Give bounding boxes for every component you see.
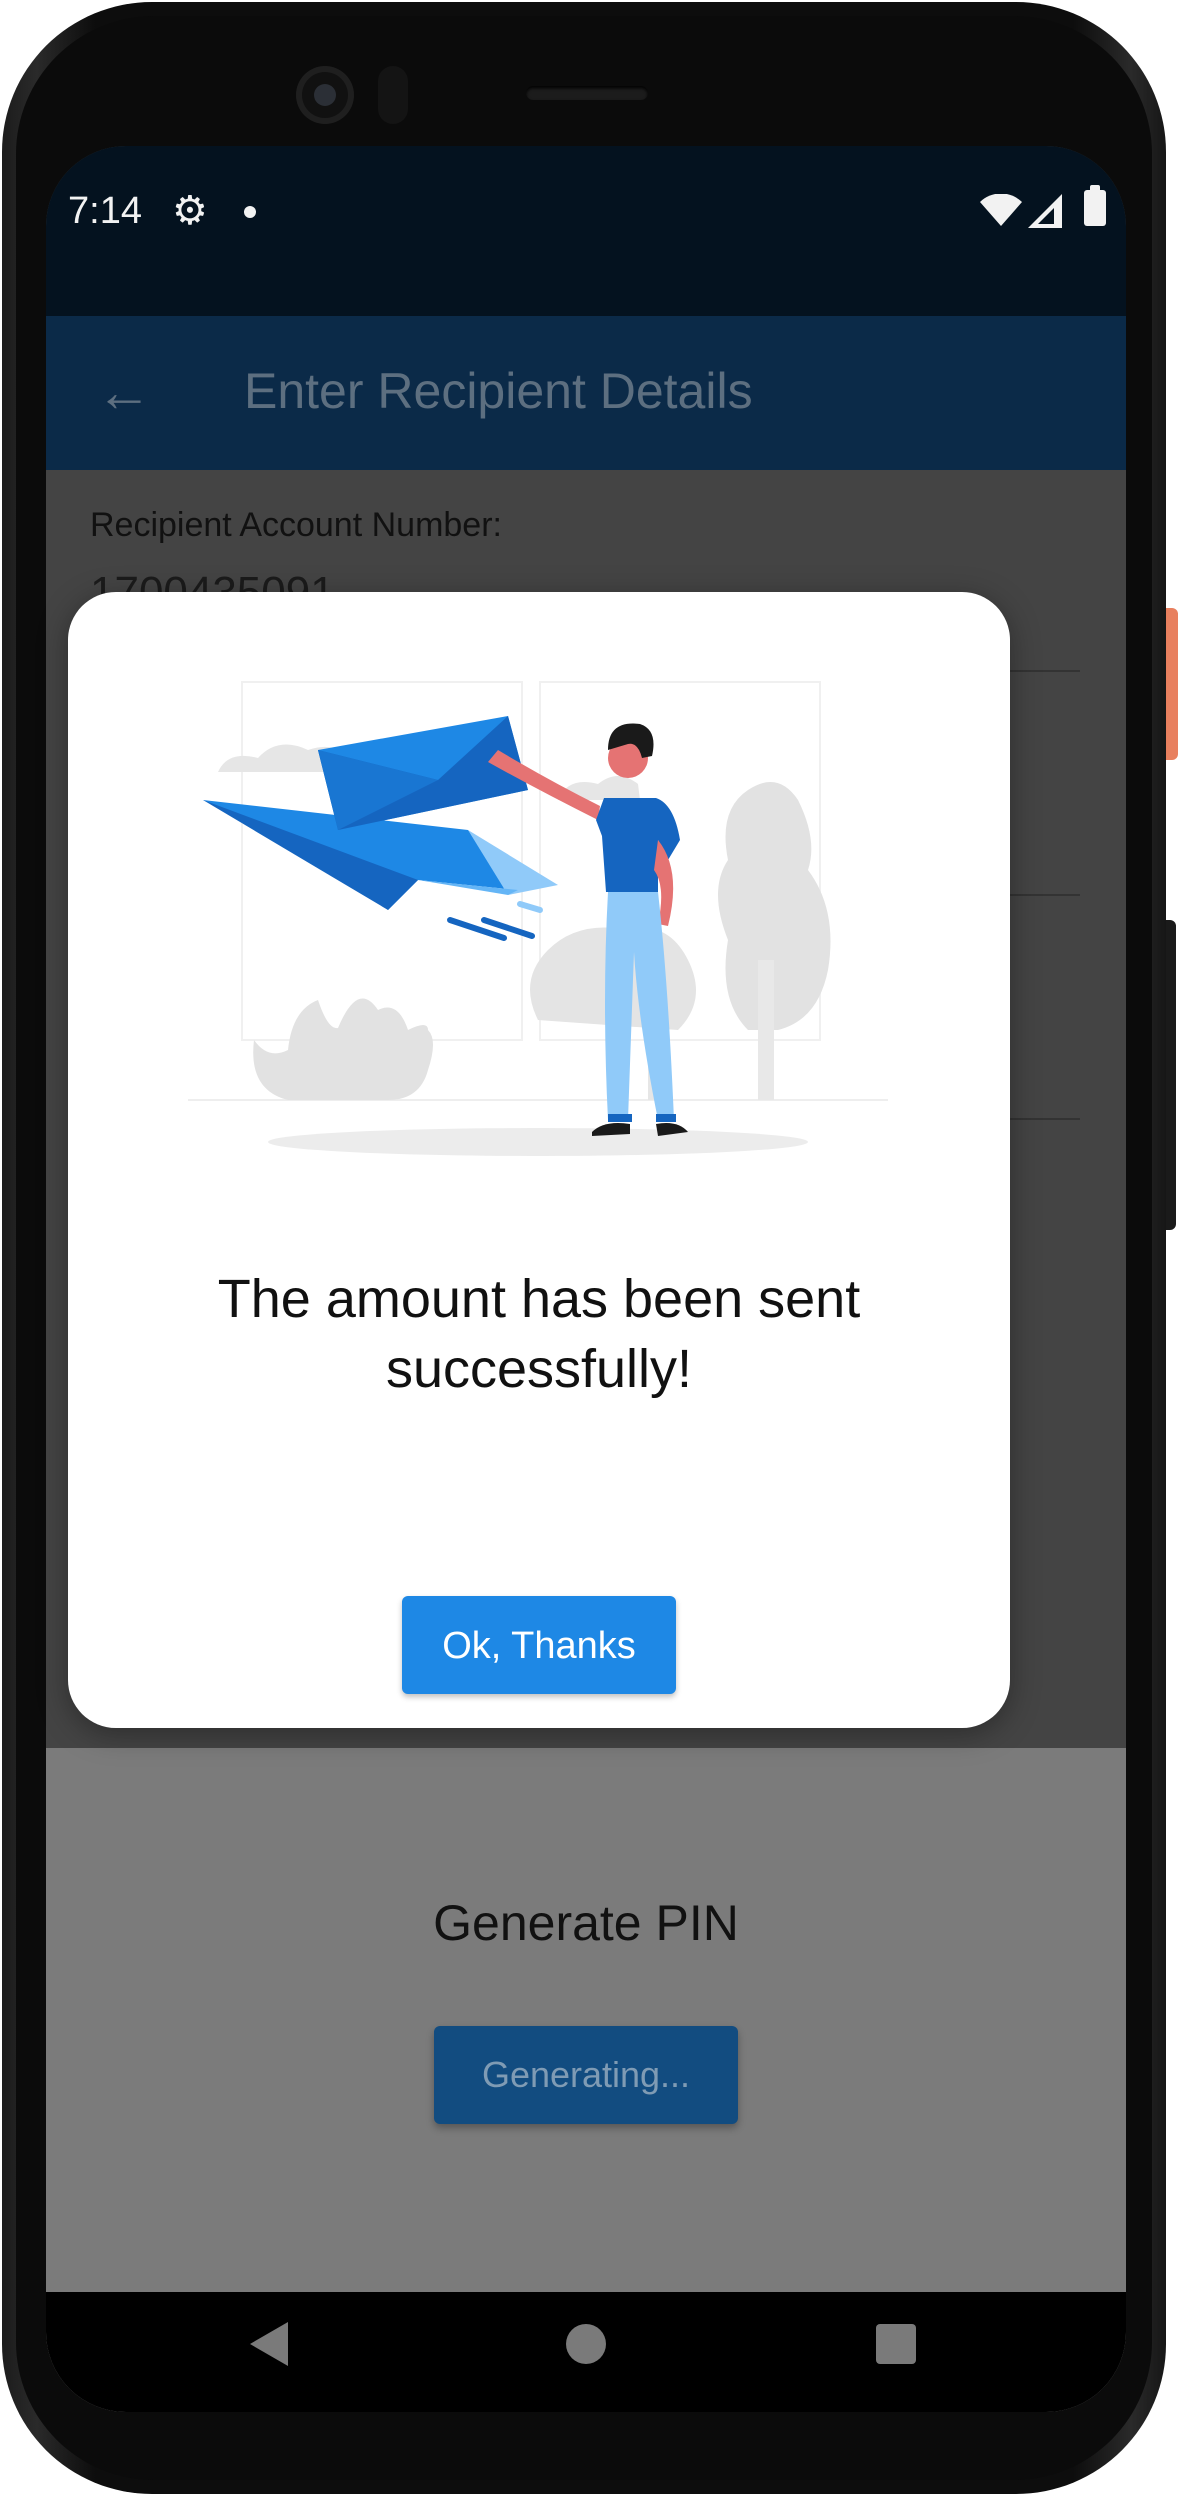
ok-thanks-button[interactable]: Ok, Thanks [402, 1596, 676, 1694]
account-number-label: Recipient Account Number: [90, 506, 502, 544]
nav-back-icon[interactable] [250, 2322, 288, 2366]
settings-gear-icon: ⚙ [172, 189, 208, 233]
proximity-sensor [378, 66, 408, 124]
navigation-bar [46, 2292, 1126, 2412]
back-arrow-icon[interactable]: ← [96, 364, 152, 420]
notification-dot-icon [244, 206, 256, 218]
power-button [1166, 608, 1178, 760]
generate-pin-title: Generate PIN [433, 1895, 739, 1951]
battery-icon [1084, 185, 1106, 226]
success-dialog: The amount has been sent successfully! O… [68, 592, 1010, 1728]
front-camera [296, 66, 354, 124]
page-title: Enter Recipient Details [244, 363, 753, 419]
generating-button[interactable]: Generating... [434, 2026, 738, 2124]
volume-button [1166, 920, 1176, 1230]
success-message: The amount has been sent successfully! [217, 1269, 861, 1399]
app-bar: ← Enter Recipient Details [46, 316, 1126, 470]
status-time: 7:14 [68, 190, 142, 232]
wifi-icon [980, 194, 1022, 226]
status-bar: 7:14 ⚙ [46, 146, 1126, 316]
nav-home-icon[interactable] [566, 2324, 606, 2364]
sent-mail-illustration [188, 681, 888, 1156]
cell-signal-icon [1028, 194, 1062, 228]
earpiece-speaker [526, 86, 648, 100]
nav-recents-icon[interactable] [876, 2324, 916, 2364]
